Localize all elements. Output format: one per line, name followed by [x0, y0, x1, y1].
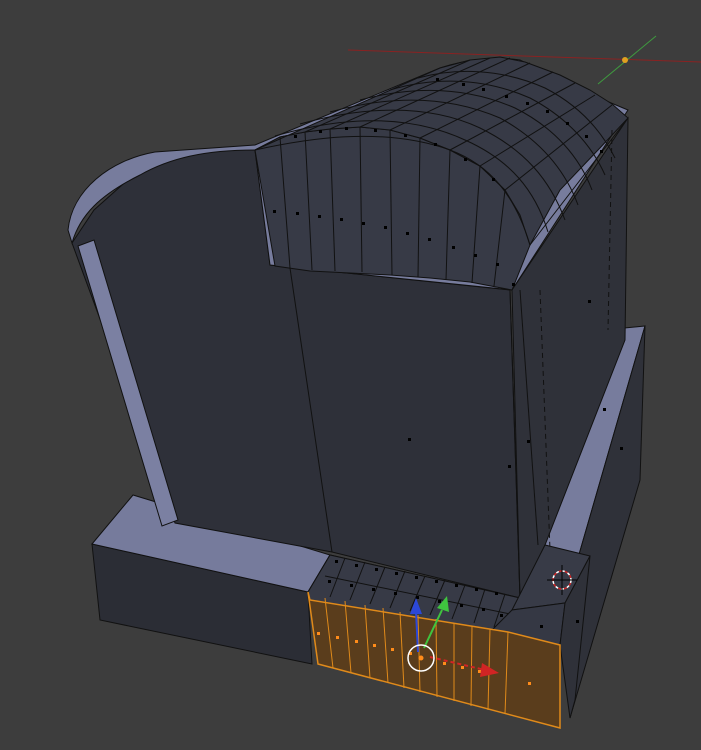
pivot-center-dot	[418, 655, 424, 661]
viewport-canvas[interactable]	[0, 0, 701, 750]
world-origin-dot	[622, 57, 628, 63]
world-x-axis-line	[347, 49, 701, 63]
3d-viewport[interactable]	[0, 0, 701, 750]
